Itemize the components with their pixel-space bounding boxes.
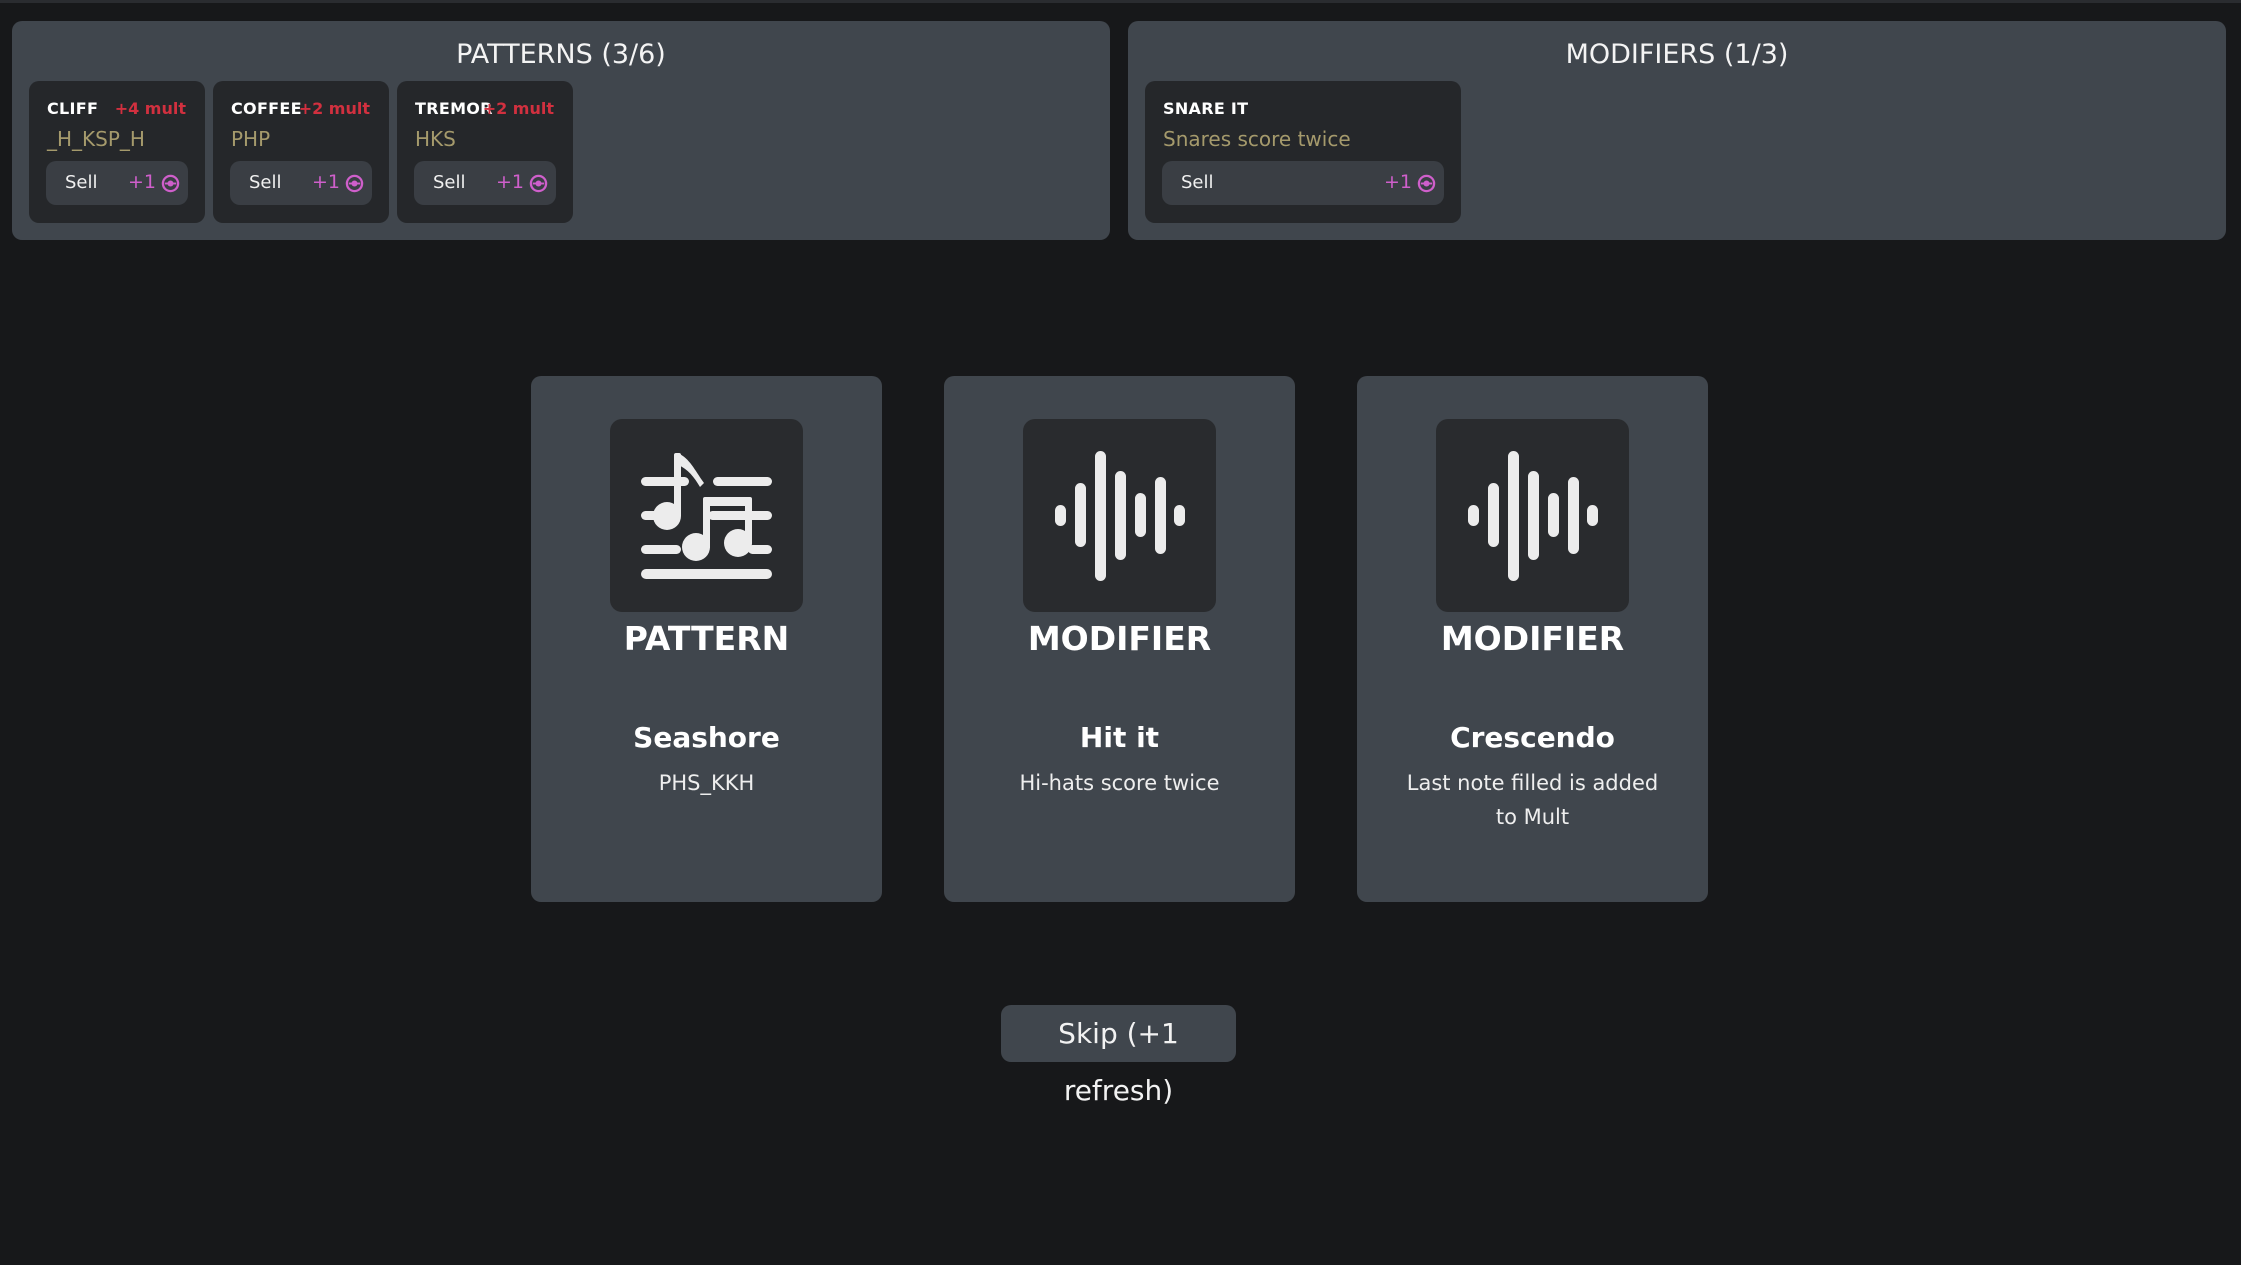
pattern-sequence: PHP: [231, 127, 271, 151]
coin-icon: [345, 174, 364, 193]
sell-value: +1: [311, 171, 340, 193]
patterns-panel-title: PATTERNS (3/6): [456, 39, 666, 70]
offer-name: Seashore: [633, 721, 780, 754]
offer-icon-box: [1436, 419, 1629, 612]
coin-icon: [1417, 174, 1436, 193]
modifiers-panel: MODIFIERS (1/3) SNARE IT Snares score tw…: [1128, 21, 2226, 240]
pattern-sequence: _H_KSP_H: [47, 127, 145, 151]
pattern-sequence: HKS: [415, 127, 456, 151]
offer-type: PATTERN: [623, 619, 790, 658]
skip-button[interactable]: Skip (+1 refresh): [1001, 1005, 1236, 1107]
offer-description: PHS_KKH: [658, 771, 755, 795]
owned-modifier-card: SNARE IT Snares score twice Sell +1: [1145, 81, 1461, 223]
offer-description: Hi-hats score twice: [1019, 771, 1220, 795]
sell-button[interactable]: Sell +1: [414, 161, 556, 205]
sell-label: Sell: [433, 172, 466, 193]
offer-type: MODIFIER: [1440, 619, 1625, 658]
sell-button[interactable]: Sell +1: [46, 161, 188, 205]
sell-button[interactable]: Sell +1: [230, 161, 372, 205]
sell-label: Sell: [1181, 172, 1214, 193]
offer-description: Last note filled is added to Mult: [1406, 771, 1659, 829]
sell-value: +1: [1383, 171, 1412, 193]
patterns-panel: PATTERNS (3/6) CLIFF +4 mult _H_KSP_H Se…: [12, 21, 1110, 240]
owned-modifiers-list: SNARE IT Snares score twice Sell +1: [1145, 81, 1461, 223]
pattern-name: COFFEE: [231, 99, 302, 118]
sell-button[interactable]: Sell +1: [1162, 161, 1444, 205]
sound-wave-icon: [1468, 451, 1598, 581]
music-notes-sliders-icon: [641, 453, 772, 579]
pattern-mult: +4 mult: [114, 99, 186, 118]
offer-card-modifier[interactable]: MODIFIER Hit it Hi-hats score twice: [944, 376, 1295, 902]
offer-icon-box: [1023, 419, 1216, 612]
pattern-name: TREMOR: [415, 99, 493, 118]
owned-patterns-list: CLIFF +4 mult _H_KSP_H Sell +1 COFFEE +2…: [29, 81, 573, 223]
modifier-description: Snares score twice: [1163, 127, 1351, 151]
sound-wave-icon: [1055, 451, 1185, 581]
modifiers-panel-title: MODIFIERS (1/3): [1565, 39, 1789, 70]
sell-label: Sell: [249, 172, 282, 193]
sell-label: Sell: [65, 172, 98, 193]
pattern-mult: +2 mult: [482, 99, 554, 118]
owned-pattern-card: TREMOR +2 mult HKS Sell +1: [397, 81, 573, 223]
offer-name: Hit it: [1079, 721, 1160, 754]
coin-icon: [161, 174, 180, 193]
offer-type: MODIFIER: [1027, 619, 1212, 658]
pattern-name: CLIFF: [47, 99, 99, 118]
offer-card-pattern[interactable]: PATTERN Seashore PHS_KKH: [531, 376, 882, 902]
sell-value: +1: [127, 171, 156, 193]
modifier-name: SNARE IT: [1163, 99, 1249, 118]
offer-card-modifier[interactable]: MODIFIER Crescendo Last note filled is a…: [1357, 376, 1708, 902]
pattern-mult: +2 mult: [298, 99, 370, 118]
offer-name: Crescendo: [1450, 721, 1615, 754]
owned-pattern-card: COFFEE +2 mult PHP Sell +1: [213, 81, 389, 223]
offer-icon-box: [610, 419, 803, 612]
owned-pattern-card: CLIFF +4 mult _H_KSP_H Sell +1: [29, 81, 205, 223]
coin-icon: [529, 174, 548, 193]
top-border: [0, 0, 2241, 3]
sell-value: +1: [495, 171, 524, 193]
